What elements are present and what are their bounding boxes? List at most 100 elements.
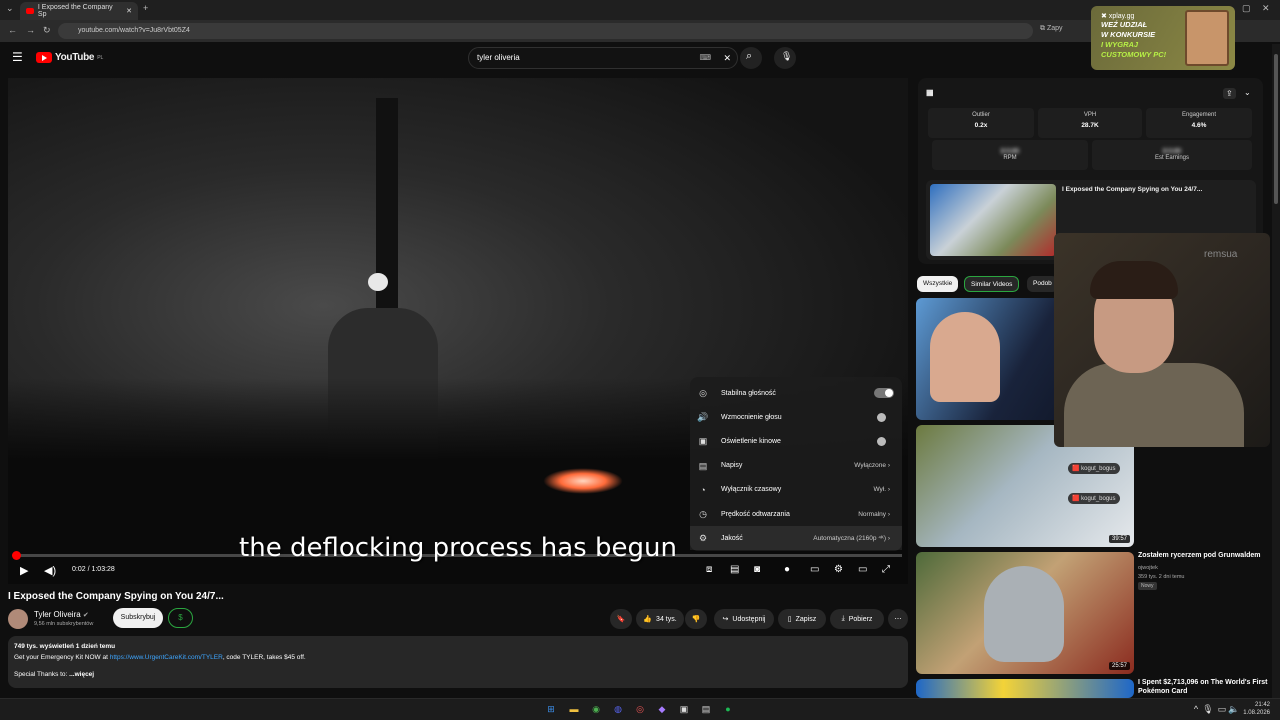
back-icon[interactable]: ← — [8, 25, 17, 35]
toggle-switch[interactable] — [877, 436, 886, 446]
screenshot-icon[interactable]: ◙ — [754, 564, 760, 575]
related-channel[interactable]: ojwojtek — [1138, 564, 1158, 572]
network-icon[interactable]: ▭ — [1216, 703, 1228, 715]
forward-icon[interactable]: → — [26, 25, 35, 35]
chat-user: kogut_bogus — [1081, 466, 1116, 472]
dislike-button[interactable]: 👎 — [685, 609, 707, 629]
maximize-icon[interactable]: ▢ — [1242, 3, 1251, 14]
settings-row-label: Oświetlenie kinowe — [721, 437, 781, 445]
reload-icon[interactable]: ↻ — [43, 25, 51, 36]
mic-tray-icon[interactable]: 🎙 — [1202, 703, 1214, 715]
voice-search-button[interactable]: 🎙 — [774, 47, 796, 69]
settings-row[interactable]: ▤ Napisy Wyłączone › — [690, 454, 902, 478]
channel-name[interactable]: Tyler Oliveira ✔ — [34, 610, 89, 619]
thanks-button[interactable]: $ — [168, 608, 193, 628]
export-icon[interactable]: ⇪ — [1223, 88, 1236, 99]
channel-avatar[interactable] — [8, 609, 28, 629]
save-bookmark-button[interactable]: 🔖 — [610, 609, 632, 629]
miniplayer-toggle-icon[interactable]: ⧈ — [706, 564, 712, 575]
url-text: youtube.com/watch?v=Ju8rVbt05Z4 — [78, 27, 190, 34]
xplay-ad[interactable]: ✖ xplay.gg WEŹ UDZIAŁ W KONKURSIE I WYGR… — [1091, 6, 1235, 70]
subtitles-icon[interactable]: ▭ — [810, 564, 819, 575]
toggle-switch[interactable] — [877, 412, 886, 422]
obs-icon[interactable]: ◎ — [634, 703, 646, 715]
show-more-link[interactable]: ...więcej — [69, 671, 94, 678]
collapse-icon[interactable]: ⌄ — [1244, 88, 1251, 97]
tab-search-icon[interactable]: ⌄ — [6, 3, 14, 14]
save-extension-button[interactable]: ⧉ Zapy — [1040, 25, 1063, 33]
chip-similar[interactable]: Similar Videos — [964, 276, 1020, 292]
more-actions-button[interactable]: ⋯ — [888, 609, 908, 629]
settings-row[interactable]: ◎ Stabilna głośność — [690, 381, 902, 405]
keyboard-icon[interactable]: ⌨ — [699, 48, 711, 68]
related-thumbnail[interactable] — [916, 679, 1134, 698]
scrollbar-thumb[interactable] — [1274, 54, 1278, 204]
address-bar-row: ← → ↻ youtube.com/watch?v=Ju8rVbt05Z4 ⧉ … — [0, 20, 1280, 42]
windows-start-icon[interactable]: ⊞ — [545, 703, 557, 715]
special-thanks-text: Special Thanks to: — [14, 671, 68, 678]
volume-icon[interactable]: ◀) — [44, 564, 56, 577]
settings-row[interactable]: ⚙ Jakość Automatyczna (2160p ⁴ᴷ) › — [690, 526, 902, 551]
app-icon[interactable]: ▣ — [678, 703, 690, 715]
settings-row-label: Wzmocnienie głosu — [721, 413, 782, 421]
progress-scrubber[interactable] — [12, 551, 21, 560]
settings-row-label: Wyłącznik czasowy — [721, 486, 782, 494]
clear-search-icon[interactable]: ✕ — [723, 48, 731, 68]
volume-tray-icon[interactable]: 🔈 — [1228, 703, 1240, 715]
settings-row[interactable]: ◔ Wyłącznik czasowy Wył. › — [690, 478, 902, 502]
settings-row[interactable]: 🔊 Wzmocnienie głosu — [690, 405, 902, 429]
search-icon: ⌕ — [746, 50, 753, 62]
url-input[interactable]: youtube.com/watch?v=Ju8rVbt05Z4 — [58, 23, 1033, 39]
like-button[interactable]: 👍 34 tys. — [636, 609, 684, 629]
autoplay-icon[interactable]: ● — [784, 564, 790, 575]
description-line: Get your Emergency Kit NOW at https://ww… — [14, 652, 902, 663]
toggle-switch[interactable] — [874, 388, 894, 399]
related-title[interactable]: Zostałem rycerzem pod Grunwaldem — [1138, 551, 1268, 560]
youtube-logo[interactable]: YouTube PL — [36, 52, 103, 63]
related-thumbnail[interactable]: 25:57 — [916, 552, 1134, 674]
theater-mode-icon[interactable]: ▭ — [858, 564, 867, 575]
menu-icon[interactable]: ☰ — [12, 50, 23, 64]
tab-close-icon[interactable]: ✕ — [126, 7, 132, 15]
play-icon[interactable]: ▶ — [20, 564, 28, 577]
download-button[interactable]: ⤓ Pobierz — [830, 609, 884, 629]
search-button[interactable]: ⌕ — [740, 47, 762, 69]
fullscreen-icon[interactable]: ⤢ — [882, 564, 890, 575]
description-link[interactable]: https://www.UrgentCareKit.com/TYLER — [110, 654, 223, 661]
page-scrollbar[interactable] — [1272, 44, 1280, 698]
spotify-icon[interactable]: ● — [722, 703, 734, 715]
extension-logo-icon: ▦ — [926, 88, 934, 97]
chip-all[interactable]: Wszystkie — [917, 276, 959, 292]
description-box[interactable]: 749 tys. wyświetleń 1 dzień temu Get you… — [8, 636, 908, 688]
description-text: Get your Emergency Kit NOW at — [14, 654, 110, 661]
settings-row-icon: 🔊 — [697, 412, 709, 423]
share-button[interactable]: ↪ Udostępnij — [714, 609, 774, 629]
tray-arrow-icon[interactable]: ^ — [1190, 703, 1202, 715]
settings-gear-icon[interactable]: ⚙ — [834, 564, 843, 575]
file-explorer-icon[interactable]: ▬ — [568, 703, 580, 715]
chrome-icon[interactable]: ◉ — [590, 703, 602, 715]
description-line-2: Special Thanks to: ...więcej — [14, 669, 902, 680]
video-duration: 25:57 — [1108, 662, 1130, 670]
progress-bar[interactable] — [14, 554, 902, 557]
related-title[interactable]: I Spent $2,713,096 on The World's First … — [1138, 678, 1268, 696]
description-text-2: , code TYLER, takes $45 off. — [222, 654, 306, 661]
like-count: 34 tys. — [656, 615, 677, 623]
system-clock[interactable]: 21:42 1.08.2026 — [1243, 701, 1270, 717]
settings-row-value: Automatyczna (2160p ⁴ᴷ) › — [813, 534, 890, 542]
subscribe-button[interactable]: Subskrybuj — [113, 608, 163, 628]
save-button[interactable]: ▯ Zapisz — [778, 609, 826, 629]
settings-row[interactable]: ◷ Prędkość odtwarzania Normalny › — [690, 502, 902, 526]
app-icon[interactable]: ◆ — [656, 703, 668, 715]
browser-tab-bar: ⌄ I Exposed the Company Sp ✕ + — ▢ ✕ — [0, 0, 1280, 20]
notepad-icon[interactable]: ▤ — [700, 703, 712, 715]
settings-row[interactable]: ▣ Oświetlenie kinowe — [690, 429, 902, 453]
transcript-icon[interactable]: ▤ — [730, 564, 739, 575]
stat-label: Outlier — [972, 112, 990, 118]
search-input[interactable]: tyler oliveria ⌨ ✕ — [468, 47, 738, 69]
discord-icon[interactable]: ◍ — [612, 703, 624, 715]
close-window-icon[interactable]: ✕ — [1262, 3, 1270, 14]
new-tab-icon[interactable]: + — [143, 3, 148, 13]
subscriber-count: 9,56 mln subskrybentów — [34, 621, 94, 627]
browser-tab[interactable]: I Exposed the Company Sp ✕ — [20, 2, 138, 20]
